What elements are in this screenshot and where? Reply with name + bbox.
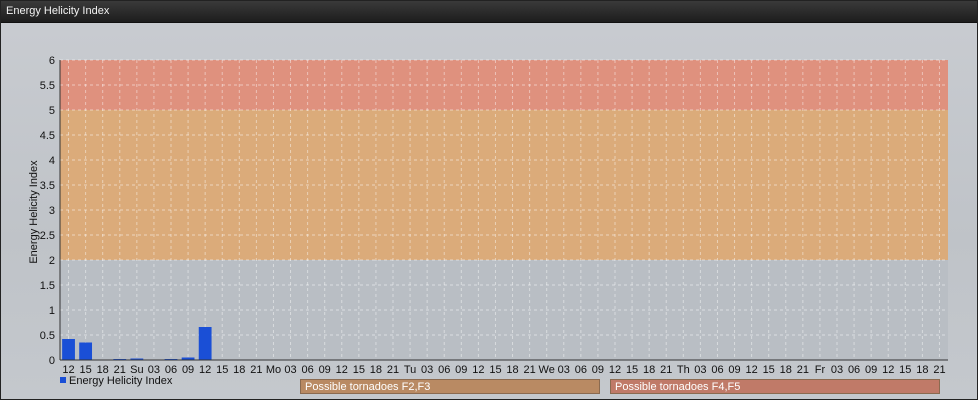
x-tick-label: 12 xyxy=(745,364,757,376)
x-tick-label: 18 xyxy=(780,364,792,376)
x-tick-label: 18 xyxy=(233,364,245,376)
ehi-chart: 00.511.522.533.544.555.5612 15 18 21 Su 03 06 0… xyxy=(28,55,948,376)
y-tick-label: 2 xyxy=(49,255,55,267)
x-tick-label: 03 xyxy=(284,364,296,376)
x-tick-label: 21 xyxy=(523,364,535,376)
x-tick-label: 03 xyxy=(831,364,843,376)
x-tick-label: 21 xyxy=(387,364,399,376)
x-tick-label: 18 xyxy=(370,364,382,376)
x-tick-label: 18 xyxy=(916,364,928,376)
x-tick-label: 12 xyxy=(199,364,211,376)
zone-label-f2f3: Possible tornadoes F2,F3 xyxy=(300,379,600,394)
x-tick-label: 21 xyxy=(250,364,262,376)
x-tick-label: 15 xyxy=(626,364,638,376)
x-tick-label: 06 xyxy=(711,364,723,376)
x-tick-label: 21 xyxy=(797,364,809,376)
x-tick-label: 06 xyxy=(438,364,450,376)
x-tick-label: 09 xyxy=(319,364,331,376)
x-tick-label: 18 xyxy=(643,364,655,376)
bar xyxy=(62,339,75,360)
y-tick-label: 1 xyxy=(49,305,55,317)
x-tick-label: 09 xyxy=(182,364,194,376)
y-tick-label: 5 xyxy=(49,105,55,117)
x-tick-label: 12 xyxy=(609,364,621,376)
x-tick-label: Th xyxy=(677,364,690,376)
x-tick-label: 15 xyxy=(353,364,365,376)
y-axis-label: Energy Helicity Index xyxy=(28,160,40,264)
y-tick-label: 0 xyxy=(49,355,55,367)
x-tick-label: Fr xyxy=(815,364,826,376)
x-tick-label: 12 xyxy=(882,364,894,376)
x-tick-label: 03 xyxy=(694,364,706,376)
y-tick-label: 3 xyxy=(49,205,55,217)
y-tick-label: 4 xyxy=(49,155,55,167)
x-tick-label: 15 xyxy=(899,364,911,376)
x-tick-label: 09 xyxy=(592,364,604,376)
y-tick-label: 3.5 xyxy=(40,180,55,192)
y-tick-label: 4.5 xyxy=(40,130,55,142)
legend[interactable]: Energy Helicity Index xyxy=(60,375,172,387)
x-tick-label: 12 xyxy=(472,364,484,376)
zone-label-f4f5: Possible tornadoes F4,F5 xyxy=(610,379,940,394)
x-tick-label: 15 xyxy=(489,364,501,376)
y-tick-label: 6 xyxy=(49,55,55,67)
x-tick-label: 15 xyxy=(216,364,228,376)
legend-label: Energy Helicity Index xyxy=(69,375,173,387)
x-tick-label: 18 xyxy=(506,364,518,376)
title-bar: Energy Helicity Index xyxy=(1,1,977,23)
x-tick-label: We xyxy=(539,364,555,376)
legend-swatch xyxy=(60,377,66,383)
x-tick-label: 09 xyxy=(455,364,467,376)
y-tick-label: 5.5 xyxy=(40,80,55,92)
x-tick-label: 09 xyxy=(728,364,740,376)
x-tick-label: 06 xyxy=(301,364,313,376)
x-tick-label: 03 xyxy=(421,364,433,376)
window-title: Energy Helicity Index xyxy=(6,5,110,17)
x-tick-label: 06 xyxy=(575,364,587,376)
x-tick-label: 15 xyxy=(763,364,775,376)
y-tick-label: 2.5 xyxy=(40,230,55,242)
x-tick-label: 21 xyxy=(933,364,945,376)
x-tick-label: 12 xyxy=(336,364,348,376)
x-tick-label: Mo xyxy=(266,364,281,376)
y-tick-label: 1.5 xyxy=(40,280,55,292)
x-tick-label: Tu xyxy=(404,364,416,376)
bar xyxy=(79,342,93,360)
bar xyxy=(198,327,212,360)
x-tick-label: 09 xyxy=(865,364,877,376)
y-tick-label: 0.5 xyxy=(40,330,55,342)
x-tick-label: 21 xyxy=(660,364,672,376)
x-tick-label: 06 xyxy=(848,364,860,376)
x-tick-label: 03 xyxy=(558,364,570,376)
